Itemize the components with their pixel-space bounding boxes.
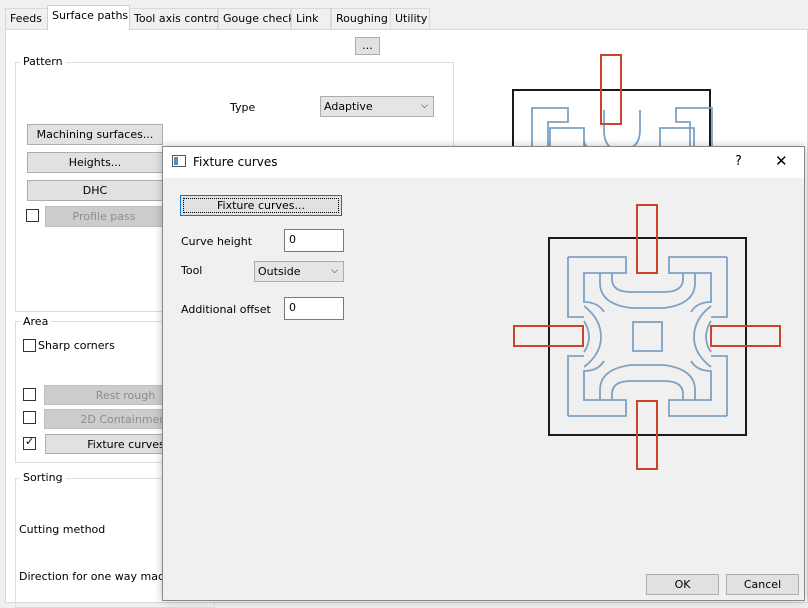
dialog-title: Fixture curves xyxy=(193,155,278,169)
tool-label: Tool xyxy=(181,264,203,277)
chevron-down-icon: ⌵ xyxy=(331,266,338,276)
area-group-title: Area xyxy=(20,315,52,328)
fixture-curves-button[interactable]: Fixture curves... xyxy=(180,195,342,216)
pattern-group-title: Pattern xyxy=(20,55,66,68)
sharp-corners-checkbox[interactable] xyxy=(23,339,36,352)
fixture-curves-dialog: Fixture curves ? ✕ Fixture curves... Cur… xyxy=(162,146,805,601)
heights-button[interactable]: Heights... xyxy=(27,152,163,173)
close-button[interactable]: ✕ xyxy=(775,152,788,170)
machining-surfaces-button[interactable]: Machining surfaces... xyxy=(27,124,163,145)
tab-roughing[interactable]: Roughing xyxy=(331,8,391,29)
curve-height-input[interactable]: 0 xyxy=(284,229,344,252)
help-button[interactable]: ? xyxy=(735,154,742,169)
tab-gouge-check[interactable]: Gouge check xyxy=(218,8,295,29)
additional-offset-label: Additional offset xyxy=(181,303,271,316)
fixture-preview-image xyxy=(513,204,781,470)
profile-pass-checkbox[interactable] xyxy=(26,209,39,222)
tool-select[interactable]: Outside ⌵ xyxy=(254,261,344,282)
rest-rough-checkbox[interactable] xyxy=(23,388,36,401)
tab-utility[interactable]: Utility xyxy=(390,8,430,29)
type-select[interactable]: Adaptive ⌵ xyxy=(320,96,434,117)
cancel-button[interactable]: Cancel xyxy=(726,574,799,595)
tool-select-value: Outside xyxy=(258,265,301,278)
window-icon xyxy=(172,155,186,167)
type-label: Type xyxy=(230,101,256,114)
containment-checkbox[interactable] xyxy=(23,411,36,424)
tab-link[interactable]: Link xyxy=(291,8,331,29)
type-select-value: Adaptive xyxy=(324,100,373,113)
additional-offset-input[interactable]: 0 xyxy=(284,297,344,320)
tab-surface-paths[interactable]: Surface paths xyxy=(47,5,130,30)
background-preview-image xyxy=(512,54,713,155)
dhc-button[interactable]: DHC xyxy=(27,180,163,201)
curve-height-label: Curve height xyxy=(181,235,253,248)
profile-pass-button[interactable]: Profile pass xyxy=(45,206,163,227)
tab-tool-axis-control[interactable]: Tool axis control xyxy=(129,8,223,29)
ellipsis-button[interactable]: ... xyxy=(355,37,380,55)
sorting-group-title: Sorting xyxy=(20,471,66,484)
tab-feeds[interactable]: Feeds xyxy=(5,8,48,29)
sharp-corners-label: Sharp corners xyxy=(38,339,115,352)
chevron-down-icon: ⌵ xyxy=(421,101,428,111)
fixture-curves-checkbox[interactable] xyxy=(23,435,36,450)
cutting-method-label: Cutting method xyxy=(19,523,106,536)
ok-button[interactable]: OK xyxy=(646,574,719,595)
